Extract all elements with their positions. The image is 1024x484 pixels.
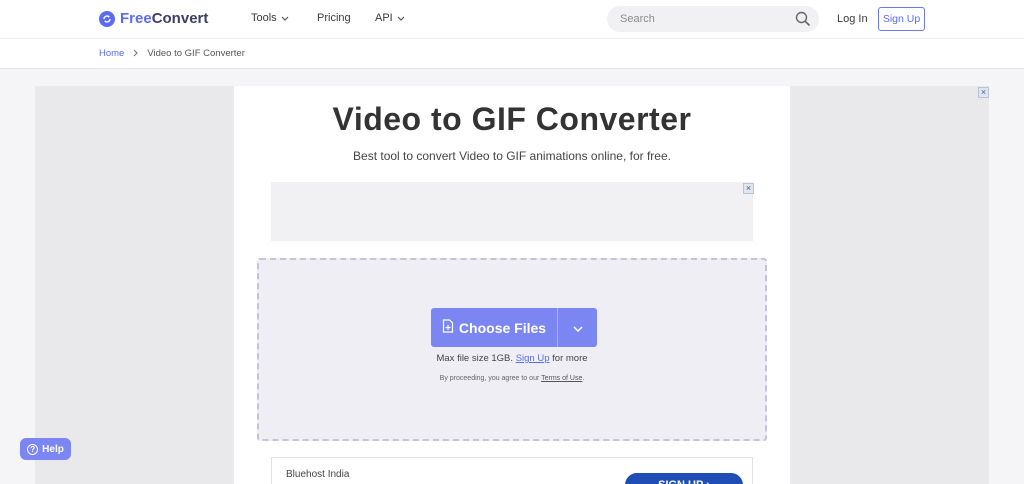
file-drop-zone[interactable]: Choose Files Max file size 1GB. Sign Up … [257,258,767,441]
terms-link[interactable]: Terms of Use [541,375,582,382]
main-content: Video to GIF Converter Best tool to conv… [234,86,790,484]
help-button[interactable]: ? Help [20,438,71,460]
file-plus-icon [442,319,454,336]
close-icon[interactable]: × [743,183,754,194]
help-icon: ? [27,443,39,455]
nav-tools[interactable]: Tools [251,12,289,24]
left-ad [35,86,234,484]
right-ad [790,86,989,484]
bottom-ad[interactable]: Bluehost India SIGN UP › [271,457,753,484]
signup-button[interactable]: Sign Up [878,7,925,31]
help-label: Help [42,443,64,455]
nav-tools-label: Tools [251,12,277,24]
login-link[interactable]: Log In [837,13,868,25]
search-icon[interactable] [795,11,811,32]
chevron-right-icon [133,49,139,59]
nav-api-label: API [375,12,393,24]
choose-files-button: Choose Files [431,308,597,347]
choose-files-label: Choose Files [458,319,547,336]
chevron-down-icon [397,14,405,23]
breadcrumb-bar: Home Video to GIF Converter [0,38,1024,69]
upload-source-dropdown[interactable] [558,308,597,347]
max-file-size-note: Max file size 1GB. Sign Up for more [436,353,588,364]
search-box [607,6,819,32]
close-icon[interactable]: × [978,87,989,98]
chevron-down-icon [572,319,583,337]
logo[interactable]: FreeConvert [99,10,208,27]
choose-files-main[interactable]: Choose Files [431,308,557,347]
nav-pricing[interactable]: Pricing [317,12,351,24]
nav-api[interactable]: API [375,12,405,24]
breadcrumb-home[interactable]: Home [99,48,124,59]
search-input[interactable] [620,13,790,25]
top-ad: × [271,182,754,241]
logo-text: FreeConvert [120,10,209,27]
ad-advertiser-name: Bluehost India [286,469,350,480]
header: FreeConvert Tools Pricing API Log In Sig… [0,0,1024,38]
signup-link[interactable]: Sign Up [516,353,550,364]
page-title: Video to GIF Converter [332,101,692,137]
ad-signup-button[interactable]: SIGN UP › [625,473,743,484]
breadcrumb-current: Video to GIF Converter [147,48,245,59]
logo-icon [99,10,115,27]
breadcrumb: Home Video to GIF Converter [99,48,245,59]
page-subtitle: Best tool to convert Video to GIF animat… [353,149,671,163]
terms-note: By proceeding, you agree to our Terms of… [439,375,585,382]
nav-pricing-label: Pricing [317,12,351,24]
chevron-down-icon [281,14,289,23]
